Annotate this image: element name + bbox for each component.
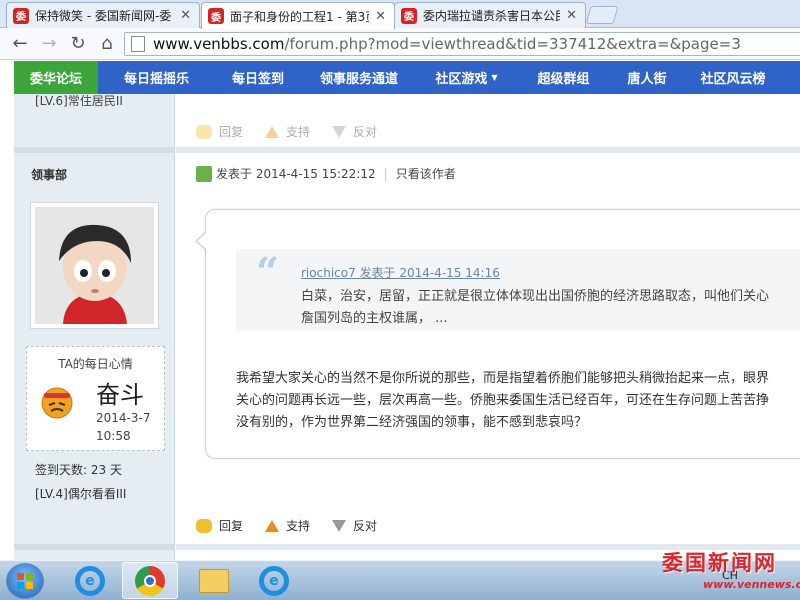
- quote-text-line: 白菜，治安，居留，正正就是很立体体现出出国侨胞的经济思路取态，叫他们关心: [301, 289, 770, 304]
- author-level: [LV.4]偶尔看看III: [35, 487, 127, 501]
- forum-nav-bar: 委华论坛 每日摇摇乐 每日签到 领事服务通道 社区游戏 ▼ 超级群组 唐人街 社区…: [14, 61, 800, 94]
- nav-item-home[interactable]: 委华论坛: [14, 61, 98, 94]
- site-watermark: 委国新闻网: [662, 551, 777, 575]
- prev-author-level: [LV.6]常住居民II: [35, 94, 123, 108]
- reply-label: 回复: [219, 519, 244, 533]
- browser-tab-title: 保持微笑 - 委国新闻网-委: [35, 9, 172, 23]
- support-label: 支持: [286, 125, 311, 139]
- mood-date: 2014-3-7: [96, 411, 151, 425]
- browser-tab-title: 面子和身份的工程1 - 第3页: [230, 9, 370, 24]
- internet-explorer-icon: e: [75, 565, 105, 596]
- divider: [176, 147, 800, 153]
- post-timestamp: 发表于 2014-4-15 15:22:12: [216, 167, 376, 181]
- oppose-label: 反对: [353, 125, 378, 139]
- folder-icon: [199, 568, 229, 593]
- support-button[interactable]: 支持: [265, 517, 310, 534]
- nav-item-consular-service[interactable]: 领事服务通道: [301, 61, 417, 94]
- page-viewport: 委华论坛 每日摇摇乐 每日签到 领事服务通道 社区游戏 ▼ 超级群组 唐人街 社区…: [0, 61, 800, 560]
- quote-block: “ riochico7 发表于 2014-4-15 14:16 白菜，治安，居留…: [236, 249, 800, 331]
- browser-tab-3[interactable]: 委 委内瑞拉谴责杀害日本公民 ✕: [394, 2, 586, 28]
- support-button[interactable]: 支持: [265, 123, 310, 140]
- reply-label: 回复: [219, 125, 244, 139]
- avatar[interactable]: [30, 202, 159, 329]
- bubble-tail: [197, 232, 207, 250]
- thumb-up-icon: [265, 125, 280, 138]
- taskbar-explorer-button[interactable]: [186, 562, 242, 599]
- browser-tab-title: 委内瑞拉谴责杀害日本公民: [423, 9, 561, 23]
- nav-item-community-games[interactable]: 社区游戏 ▼: [417, 61, 516, 94]
- checkin-days: 签到天数: 23 天: [35, 463, 122, 477]
- divider: [14, 544, 175, 550]
- close-icon[interactable]: ✕: [180, 8, 191, 23]
- venbbs-favicon-icon: 委: [401, 7, 417, 24]
- venbbs-favicon-icon: 委: [208, 8, 224, 24]
- taskbar-ie-button-2[interactable]: e: [246, 562, 302, 599]
- home-icon[interactable]: ⌂: [95, 32, 119, 56]
- url-path: /forum.php?mod=viewthread&tid=337412&ext…: [284, 35, 741, 53]
- reply-icon: [196, 518, 212, 533]
- divider: [14, 147, 175, 153]
- prev-post-actions: 回复 支持 反对: [196, 123, 399, 140]
- post-author-name[interactable]: 领事部: [31, 166, 67, 183]
- nav-item-daily-checkin[interactable]: 每日签到: [215, 61, 301, 94]
- close-icon[interactable]: ✕: [375, 9, 386, 24]
- reply-button[interactable]: 回复: [196, 123, 243, 140]
- internet-explorer-icon: e: [259, 565, 289, 596]
- browser-tab-1[interactable]: 委 保持微笑 - 委国新闻网-委 ✕: [6, 2, 200, 28]
- quote-source-link[interactable]: riochico7 发表于 2014-4-15 14:16: [301, 264, 500, 281]
- thumb-down-icon: [332, 125, 347, 138]
- quote-mark-icon: “: [256, 249, 280, 296]
- mood-title: TA的每日心情: [58, 357, 133, 371]
- mood-emoticon-icon: [41, 387, 73, 419]
- reply-icon: [196, 124, 212, 139]
- post-header: 发表于 2014-4-15 15:22:12 | 只看该作者: [196, 165, 456, 182]
- oppose-button[interactable]: 反对: [332, 517, 377, 534]
- reload-icon[interactable]: ↻: [66, 32, 90, 56]
- url-domain: www.venbbs.com: [153, 35, 285, 53]
- separator: |: [383, 166, 388, 181]
- cartoon-avatar-icon: [35, 207, 154, 324]
- new-tab-button[interactable]: [585, 6, 619, 24]
- support-label: 支持: [286, 519, 311, 533]
- post-text-line: 我希望大家关心的当然不是你所说的那些，而是指望着侨胞们能够把头稍微抬起来一点，眼…: [236, 371, 770, 386]
- nav-item-daily-lottery[interactable]: 每日摇摇乐: [98, 61, 215, 94]
- windows-logo-icon: [17, 573, 33, 589]
- nav-item-label: 社区游戏: [435, 72, 488, 87]
- daily-mood-box: TA的每日心情 奋斗 2014-3-7 10:58: [26, 346, 165, 451]
- online-status-icon: [196, 165, 212, 182]
- page-icon: [131, 36, 145, 52]
- nav-item-chinatown[interactable]: 唐人街: [611, 61, 683, 94]
- oppose-label: 反对: [353, 519, 378, 533]
- site-watermark-url: www.vennews.com: [703, 578, 800, 591]
- taskbar-ie-button[interactable]: e: [62, 562, 118, 599]
- quote-text-line: 詹国列岛的主权谁属， ...: [301, 311, 448, 326]
- only-author-link[interactable]: 只看该作者: [396, 165, 456, 182]
- post-text-line: 关心的问题再长远一些，层次再高一些。侨胞来委国生活已经百年，可还在生存问题上苦苦…: [236, 393, 770, 408]
- dropdown-caret-icon: ▼: [491, 73, 498, 82]
- chrome-icon: [135, 565, 165, 596]
- reply-button[interactable]: 回复: [196, 517, 243, 534]
- nav-item-super-groups[interactable]: 超级群组: [516, 61, 611, 94]
- browser-tab-2[interactable]: 委 面子和身份的工程1 - 第3页 ✕: [201, 2, 395, 29]
- nav-item-rankings[interactable]: 社区风云榜: [683, 61, 783, 94]
- mood-word: 奋斗: [96, 381, 144, 409]
- address-bar[interactable]: www.venbbs.com/forum.php?mod=viewthread&…: [124, 32, 800, 56]
- forward-arrow-icon[interactable]: →: [37, 32, 61, 56]
- oppose-button[interactable]: 反对: [332, 123, 377, 140]
- venbbs-favicon-icon: 委: [13, 7, 29, 24]
- post-actions: 回复 支持 反对: [196, 517, 399, 534]
- close-icon[interactable]: ✕: [566, 8, 577, 23]
- post-text-line: 没有别的，作为世界第二经济强国的领事，能不感到悲哀吗？: [236, 415, 588, 430]
- thumb-down-icon: [332, 519, 347, 532]
- taskbar-chrome-button[interactable]: [122, 562, 178, 599]
- browser-tab-strip: 委 保持微笑 - 委国新闻网-委 ✕ 委 面子和身份的工程1 - 第3页 ✕ 委…: [0, 0, 800, 29]
- mood-time: 10:58: [96, 429, 131, 443]
- back-arrow-icon[interactable]: ←: [8, 32, 32, 56]
- browser-toolbar: ← → ↻ ⌂ www.venbbs.com/forum.php?mod=vie…: [0, 28, 800, 60]
- thumb-up-icon: [265, 519, 280, 532]
- start-button[interactable]: [6, 563, 44, 599]
